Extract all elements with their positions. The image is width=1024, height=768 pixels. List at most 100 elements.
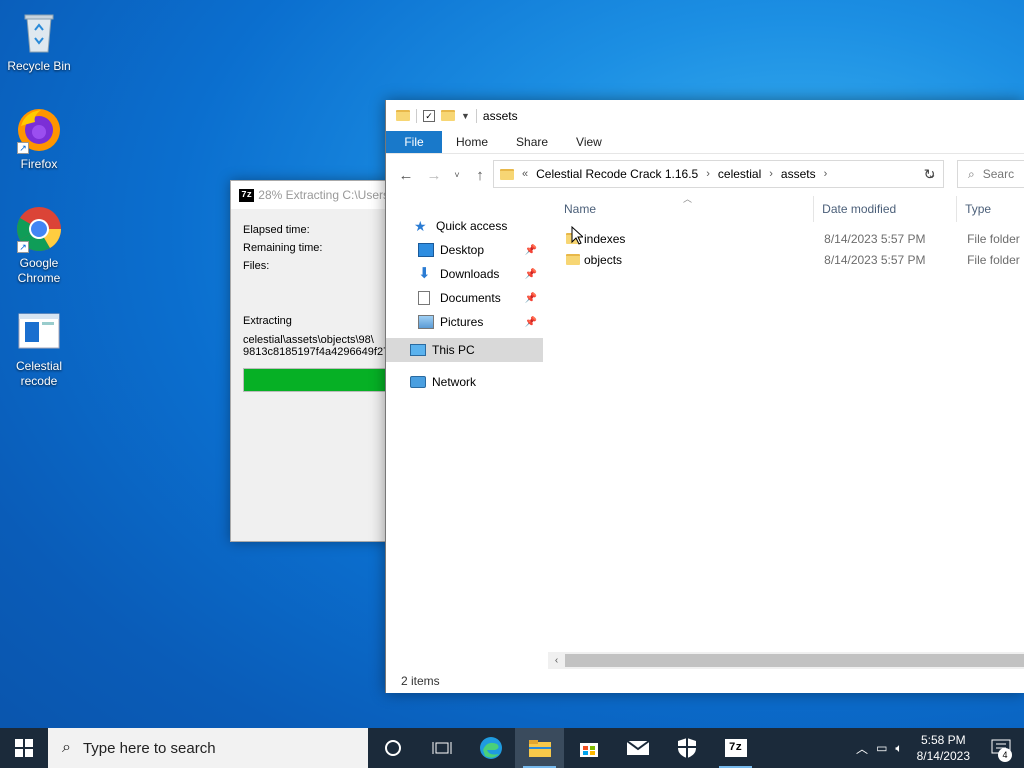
chevron-right-icon[interactable]: › (769, 168, 773, 180)
file-row[interactable]: indexes 8/14/2023 5:57 PM File folder (556, 228, 1024, 249)
start-button[interactable] (0, 728, 48, 768)
pin-icon[interactable]: 📌 (525, 245, 537, 256)
window-titlebar[interactable]: ✓ ▼ assets (386, 100, 1024, 131)
extraction-progress-window[interactable]: 7z 28% Extracting C:\Users Elapsed time:… (230, 180, 390, 542)
sort-ascending-icon: ︿ (683, 194, 693, 204)
separator (416, 108, 417, 123)
files-label: Files: (243, 260, 270, 272)
store-icon[interactable] (564, 728, 613, 768)
chevron-right-icon[interactable]: › (824, 168, 828, 180)
properties-icon[interactable]: ✓ (423, 109, 435, 122)
nav-quick-access[interactable]: ★ Quick access (386, 214, 543, 238)
task-view-icon[interactable] (417, 728, 466, 768)
extracting-label: Extracting (243, 315, 292, 327)
window-title: assets (482, 108, 518, 123)
taskbar-search-input[interactable]: ⌕ Type here to search (48, 728, 368, 768)
scrollbar-thumb[interactable] (565, 654, 1024, 667)
file-date: 8/14/2023 5:57 PM (824, 252, 926, 267)
file-name: objects (584, 252, 623, 267)
file-row[interactable]: objects 8/14/2023 5:57 PM File folder (556, 249, 1024, 270)
back-arrow-icon[interactable]: ← (394, 163, 418, 187)
nav-network[interactable]: Network (386, 370, 543, 394)
file-date: 8/14/2023 5:57 PM (824, 231, 926, 246)
edge-icon[interactable] (466, 728, 515, 768)
chevron-down-icon[interactable]: ▼ (461, 111, 470, 121)
file-explorer-taskbar-icon[interactable] (515, 728, 564, 768)
window-titlebar[interactable]: 7z 28% Extracting C:\Users (231, 181, 389, 209)
address-bar[interactable]: « Celestial Recode Crack 1.16.5 › celest… (493, 160, 944, 188)
volume-icon[interactable]: 🔈︎ (895, 741, 902, 756)
nav-this-pc[interactable]: This PC (386, 338, 543, 362)
shortcut-arrow-icon: ↗ (17, 142, 29, 154)
system-tray: ︿ ▭ 🔈︎ 5:58 PM 8/14/2023 4 (856, 728, 1024, 768)
star-icon: ★ (414, 218, 427, 234)
document-icon (418, 291, 430, 305)
7zip-taskbar-icon[interactable]: 7z (711, 728, 760, 768)
file-name: indexes (584, 231, 626, 246)
network-tray-icon[interactable]: ▭ (876, 741, 887, 755)
folder-icon (500, 168, 514, 180)
nav-downloads[interactable]: ⬇ Downloads 📌 (386, 262, 543, 286)
app-icon (15, 308, 63, 356)
file-explorer-window[interactable]: ✓ ▼ assets File Home Share View ← → ˅ ↑ … (385, 100, 1024, 693)
new-folder-icon[interactable] (441, 110, 455, 121)
nav-label: Documents (440, 291, 501, 305)
scroll-left-icon[interactable]: ‹ (548, 655, 565, 666)
desktop-icon-label: Recycle Bin (7, 59, 71, 73)
nav-documents[interactable]: Documents 📌 (386, 286, 543, 310)
breadcrumb-item[interactable]: celestial (718, 167, 761, 181)
breadcrumb-overflow[interactable]: « (522, 168, 528, 180)
forward-arrow-icon[interactable]: → (422, 163, 446, 187)
window-title: 28% Extracting C:\Users (258, 188, 389, 202)
clock-date: 8/14/2023 (916, 749, 970, 763)
pin-icon[interactable]: 📌 (525, 269, 537, 280)
extracting-path: celestial\assets\objects\98\ (243, 334, 374, 346)
folder-icon (396, 110, 410, 121)
chevron-up-icon[interactable]: ︿ (856, 740, 868, 757)
ribbon-tabs: File Home Share View (386, 131, 1024, 154)
notifications-icon[interactable]: 4 (984, 728, 1018, 768)
file-type: File folder (967, 231, 1020, 246)
tab-share[interactable]: Share (502, 131, 562, 153)
taskbar: ⌕ Type here to search 7z ︿ ▭ 🔈︎ 5:58 PM … (0, 728, 1024, 768)
mail-icon[interactable] (613, 728, 662, 768)
pictures-icon (418, 315, 434, 329)
desktop-icon-label: Celestial recode (15, 359, 63, 388)
tab-file[interactable]: File (386, 131, 442, 153)
up-arrow-icon[interactable]: ↑ (468, 163, 492, 187)
column-header-type[interactable]: Type (957, 196, 1024, 222)
nav-label: Downloads (440, 267, 500, 281)
cortana-icon[interactable] (368, 728, 417, 768)
7zip-icon: 7z (239, 188, 255, 202)
file-type: File folder (967, 252, 1020, 267)
search-input[interactable]: ⌕ Searc (957, 160, 1024, 188)
nav-label: Network (432, 375, 477, 389)
column-header-date[interactable]: Date modified (814, 196, 958, 222)
tab-view[interactable]: View (562, 131, 616, 153)
elapsed-time-label: Elapsed time: (243, 224, 310, 236)
notification-count-badge: 4 (998, 748, 1012, 762)
desktop-icon-firefox[interactable]: ↗ Firefox (2, 106, 76, 172)
pin-icon[interactable]: 📌 (525, 317, 537, 328)
refresh-icon[interactable]: ↻ (916, 160, 944, 188)
network-icon (410, 376, 426, 388)
nav-desktop[interactable]: Desktop 📌 (386, 238, 543, 262)
desktop-icon-celestial[interactable]: Celestial recode (2, 308, 76, 389)
search-placeholder: Type here to search (82, 739, 216, 757)
recent-locations-chevron-icon[interactable]: ˅ (450, 163, 464, 187)
clock[interactable]: 5:58 PM 8/14/2023 (911, 732, 976, 764)
column-headers: ︿ Name Date modified Type (556, 194, 1024, 222)
security-shield-icon[interactable] (662, 728, 711, 768)
pin-icon[interactable]: 📌 (525, 293, 537, 304)
folder-icon (566, 254, 580, 265)
nav-pictures[interactable]: Pictures 📌 (386, 310, 543, 334)
recycle-bin-icon (15, 8, 63, 56)
progress-bar (243, 368, 389, 392)
desktop-icon-chrome[interactable]: ↗ Google Chrome (2, 205, 76, 286)
desktop-icon-recycle-bin[interactable]: Recycle Bin (2, 8, 76, 74)
breadcrumb-item[interactable]: assets (781, 167, 816, 181)
breadcrumb-item[interactable]: Celestial Recode Crack 1.16.5 (536, 167, 698, 181)
tab-home[interactable]: Home (442, 131, 502, 153)
chevron-right-icon[interactable]: › (706, 168, 710, 180)
horizontal-scrollbar[interactable]: ‹ (548, 652, 1024, 669)
